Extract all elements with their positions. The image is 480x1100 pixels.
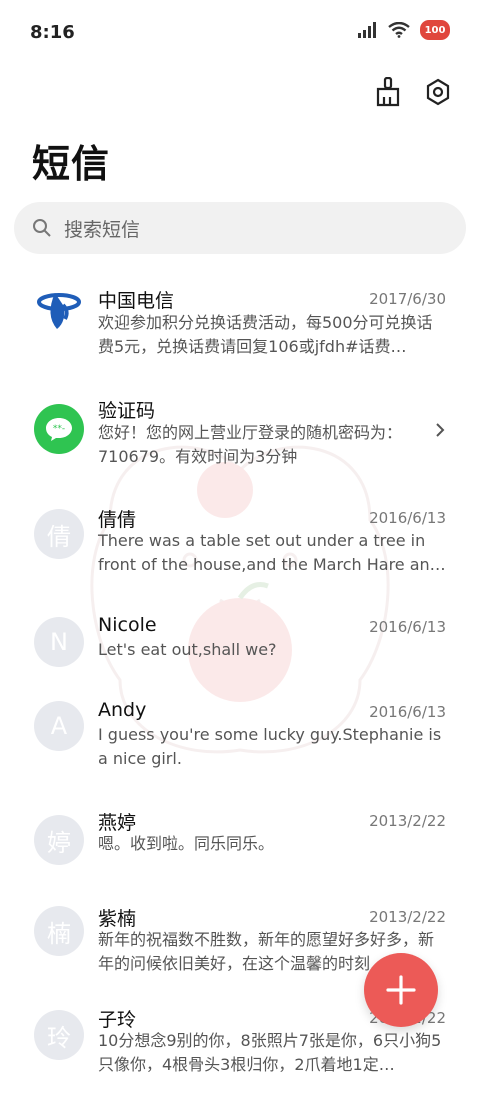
conversation-row[interactable]: 倩 倩倩 2016/6/13 There was a table set out… <box>0 490 480 600</box>
battery-indicator: 100 <box>420 20 450 40</box>
status-bar: 8:16 100 <box>0 0 480 68</box>
signal-icon <box>358 22 376 38</box>
message-preview: Let's eat out,shall we? <box>98 640 277 659</box>
conversation-row[interactable]: N Nicole 2016/6/13 Let's eat out,shall w… <box>0 600 480 685</box>
message-date: 2016/6/13 <box>369 618 446 636</box>
contact-name: 燕婷 <box>98 812 137 834</box>
search-placeholder: 搜索短信 <box>64 218 141 241</box>
message-preview: I guess you're some lucky guy.Stephanie … <box>98 725 442 768</box>
conversation-row[interactable]: 中国电信 2017/6/30 欢迎参加积分兑换话费活动，每500分可兑换话费5元… <box>0 270 480 380</box>
wifi-icon <box>388 22 410 38</box>
search-bar[interactable]: 搜索短信 <box>14 202 466 254</box>
search-icon <box>32 217 54 239</box>
contact-avatar: 楠 <box>34 906 84 956</box>
contact-avatar: 玲 <box>34 1010 84 1060</box>
conversation-row[interactable]: 婷 燕婷 2013/2/22 嗯。收到啦。同乐同乐。 <box>0 795 480 880</box>
message-preview: 欢迎参加积分兑换话费活动，每500分可兑换话费5元，兑换话费请回复106或jfd… <box>98 313 433 356</box>
message-date: 2017/6/30 <box>369 290 446 308</box>
contact-avatar: N <box>34 617 84 667</box>
message-preview: 您好！您的网上营业厅登录的随机密码为：710679。有效时间为3分钟 <box>98 423 403 466</box>
contact-name: 中国电信 <box>98 290 175 312</box>
message-date: 2016/6/13 <box>369 703 446 721</box>
telecom-logo-icon <box>34 284 84 334</box>
conversation-row[interactable]: A Andy 2016/6/13 I guess you're some luc… <box>0 685 480 795</box>
contact-name: Andy <box>98 699 147 721</box>
new-message-button[interactable] <box>364 953 438 1027</box>
message-preview: There was a table set out under a tree i… <box>98 531 446 574</box>
message-bubble-icon: **- <box>34 404 84 454</box>
contact-avatar: A <box>34 701 84 751</box>
clean-button[interactable] <box>372 76 404 108</box>
settings-icon <box>426 78 450 106</box>
status-icons: 100 <box>358 20 450 40</box>
contact-avatar: 婷 <box>34 815 84 865</box>
contact-avatar: 倩 <box>34 509 84 559</box>
chevron-right-icon[interactable] <box>432 422 448 438</box>
status-time: 8:16 <box>30 22 75 43</box>
page-title: 短信 <box>32 142 111 186</box>
broom-icon <box>376 77 400 107</box>
plus-icon <box>386 975 416 1005</box>
message-date: 2013/2/22 <box>369 812 446 830</box>
contact-name: 子玲 <box>98 1009 137 1031</box>
message-date: 2016/6/13 <box>369 509 446 527</box>
contact-name: 验证码 <box>98 400 156 422</box>
message-date: 2013/2/22 <box>369 908 446 926</box>
message-preview: 10分想念9别的你，8张照片7张是你，6只小狗5只像你，4根骨头3根归你，2爪着… <box>98 1031 442 1074</box>
message-preview: 嗯。收到啦。同乐同乐。 <box>98 834 275 853</box>
contact-name: 倩倩 <box>98 509 137 531</box>
top-actions <box>372 76 454 108</box>
svg-text:**-: **- <box>53 424 65 434</box>
contact-name: 紫楠 <box>98 908 137 930</box>
settings-button[interactable] <box>422 76 454 108</box>
conversation-row[interactable]: **- 验证码 您好！您的网上营业厅登录的随机密码为：710679。有效时间为3… <box>0 380 480 490</box>
contact-name: Nicole <box>98 614 157 636</box>
